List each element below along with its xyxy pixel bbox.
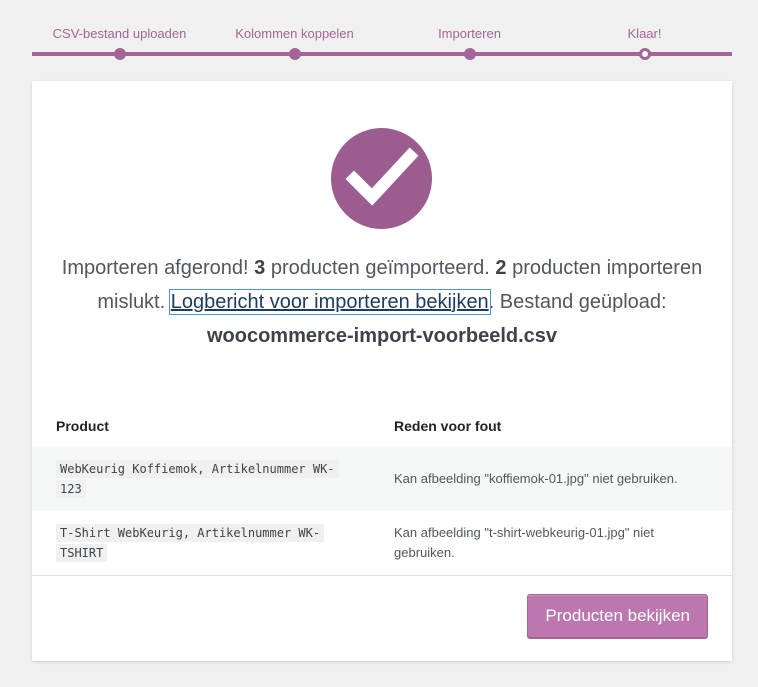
summary-text: producten geïmporteerd. <box>265 257 496 279</box>
step-dot-current <box>639 48 651 60</box>
step-dot <box>114 48 126 60</box>
imported-count: 3 <box>254 257 266 279</box>
step-done: Klaar! <box>557 0 732 62</box>
failed-count: 2 <box>495 257 507 279</box>
uploaded-filename: woocommerce-import-voorbeeld.csv <box>206 325 558 347</box>
product-cell: T-Shirt WebKeurig, Artikelnummer WK-TSHI… <box>32 511 370 576</box>
progress-steps: CSV-bestand uploaden Kolommen koppelen I… <box>32 0 732 62</box>
product-name: WebKeurig Koffiemok, Artikelnummer WK-12… <box>56 460 339 498</box>
step-dot <box>464 48 476 60</box>
summary-text: Importeren afgerond! <box>61 257 255 279</box>
table-header-row: Product Reden voor fout <box>32 405 732 447</box>
reason-cell: Kan afbeelding "koffiemok-01.jpg" niet g… <box>370 447 732 511</box>
table-row: WebKeurig Koffiemok, Artikelnummer WK-12… <box>32 447 732 511</box>
checkmark-icon <box>331 128 432 229</box>
summary-text: . Bestand geüpload: <box>488 291 667 313</box>
product-cell: WebKeurig Koffiemok, Artikelnummer WK-12… <box>32 447 370 511</box>
step-label: Kolommen koppelen <box>235 26 354 41</box>
view-log-link[interactable]: Logbericht voor importeren bekijken <box>168 289 491 315</box>
step-label: CSV-bestand uploaden <box>52 26 187 41</box>
step-label: Klaar! <box>627 26 662 41</box>
step-upload: CSV-bestand uploaden <box>32 0 207 62</box>
step-import: Importeren <box>382 0 557 62</box>
view-products-button[interactable]: Producten bekijken <box>527 594 708 638</box>
step-mapping: Kolommen koppelen <box>207 0 382 62</box>
import-result-card: Importeren afgerond! 3 producten geïmpor… <box>32 81 732 661</box>
step-dot <box>289 48 301 60</box>
table-row: T-Shirt WebKeurig, Artikelnummer WK-TSHI… <box>32 511 732 576</box>
step-label: Importeren <box>438 26 501 41</box>
column-header-product: Product <box>56 418 109 434</box>
errors-table: Product Reden voor fout WebKeurig Koffie… <box>32 405 732 576</box>
reason-cell: Kan afbeelding "t-shirt-webkeurig-01.jpg… <box>370 511 732 576</box>
column-header-reason: Reden voor fout <box>394 418 502 434</box>
import-summary: Importeren afgerond! 3 producten geïmpor… <box>52 251 712 353</box>
product-name: T-Shirt WebKeurig, Artikelnummer WK-TSHI… <box>56 524 325 562</box>
